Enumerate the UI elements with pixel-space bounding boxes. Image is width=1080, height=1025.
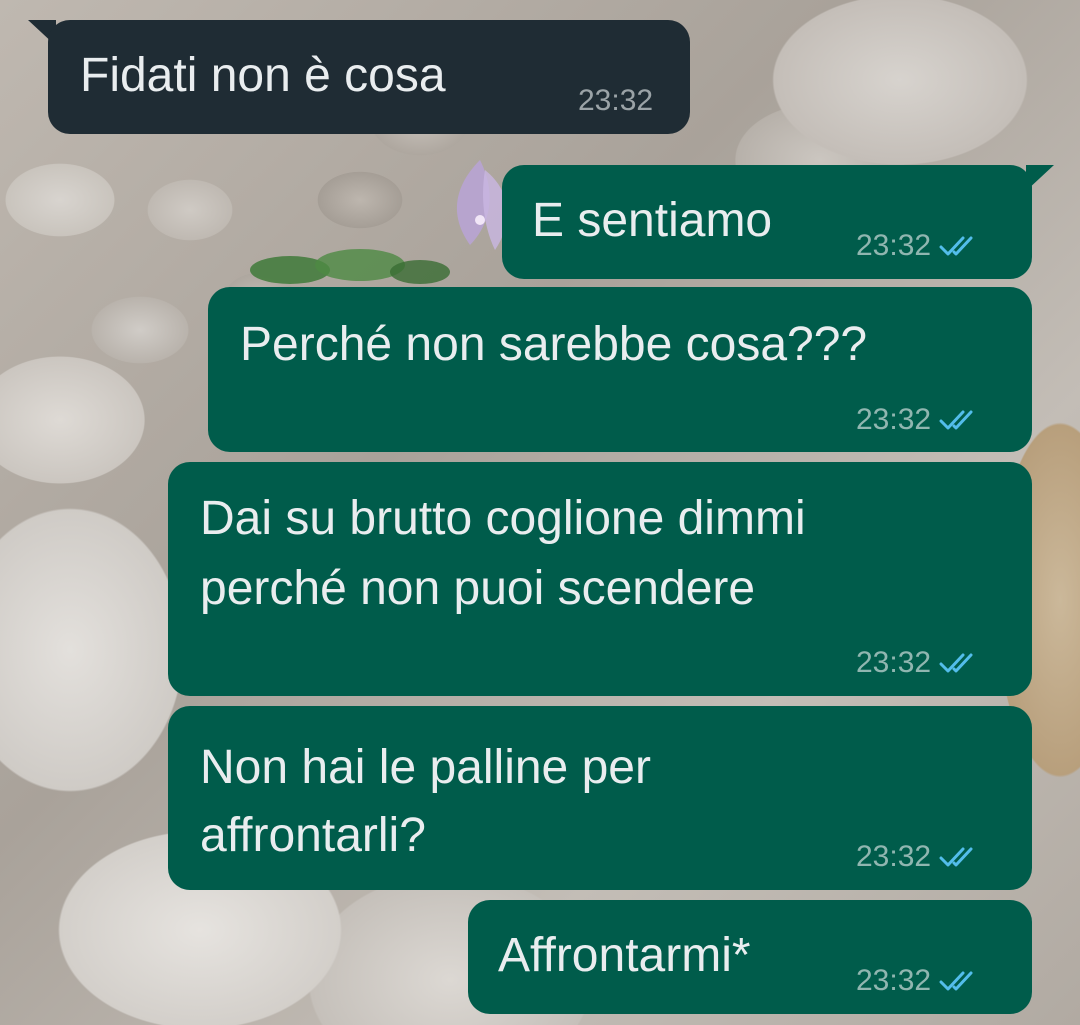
read-double-check-icon xyxy=(939,410,973,430)
message-bubble-outgoing[interactable]: Affrontarmi* 23:32 xyxy=(468,900,1032,1014)
message-time: 23:32 xyxy=(856,229,932,262)
message-bubble-outgoing[interactable]: Non hai le palline per affrontarli? 23:3… xyxy=(168,706,1032,890)
message-text: perché non puoi scendere xyxy=(200,562,756,615)
message-text: E sentiamo xyxy=(532,194,773,247)
chat-messages[interactable]: Fidati non è cosa 23:32 E sentiamo 23:32… xyxy=(0,0,1080,1025)
message-text: Affrontarmi* xyxy=(498,929,751,982)
message-time: 23:32 xyxy=(856,840,932,873)
read-double-check-icon xyxy=(939,653,973,673)
message-text: affrontarli? xyxy=(200,809,426,862)
read-double-check-icon xyxy=(939,847,973,867)
read-double-check-icon xyxy=(939,971,973,991)
message-meta: 23:32 xyxy=(856,229,983,263)
message-bubble-outgoing[interactable]: Perché non sarebbe cosa??? 23:32 xyxy=(208,287,1032,452)
read-double-check-icon xyxy=(939,236,973,256)
message-bubble-outgoing[interactable]: E sentiamo 23:32 xyxy=(502,165,1032,279)
message-text: Dai su brutto coglione dimmi xyxy=(200,492,806,545)
message-meta: 23:32 xyxy=(856,840,983,874)
message-text: Non hai le palline per xyxy=(200,741,651,794)
message-text: Fidati non è cosa xyxy=(80,49,446,102)
message-meta: 23:32 xyxy=(578,84,653,118)
message-text: Perché non sarebbe cosa??? xyxy=(240,318,868,371)
message-time: 23:32 xyxy=(856,646,932,679)
message-time: 23:32 xyxy=(856,964,932,997)
message-time: 23:32 xyxy=(856,403,932,436)
message-bubble-outgoing[interactable]: Dai su brutto coglione dimmi perché non … xyxy=(168,462,1032,696)
message-time: 23:32 xyxy=(578,84,654,117)
message-meta: 23:32 xyxy=(856,964,983,998)
message-meta: 23:32 xyxy=(856,403,983,437)
message-meta: 23:32 xyxy=(856,646,983,680)
message-bubble-incoming[interactable]: Fidati non è cosa 23:32 xyxy=(48,20,690,134)
